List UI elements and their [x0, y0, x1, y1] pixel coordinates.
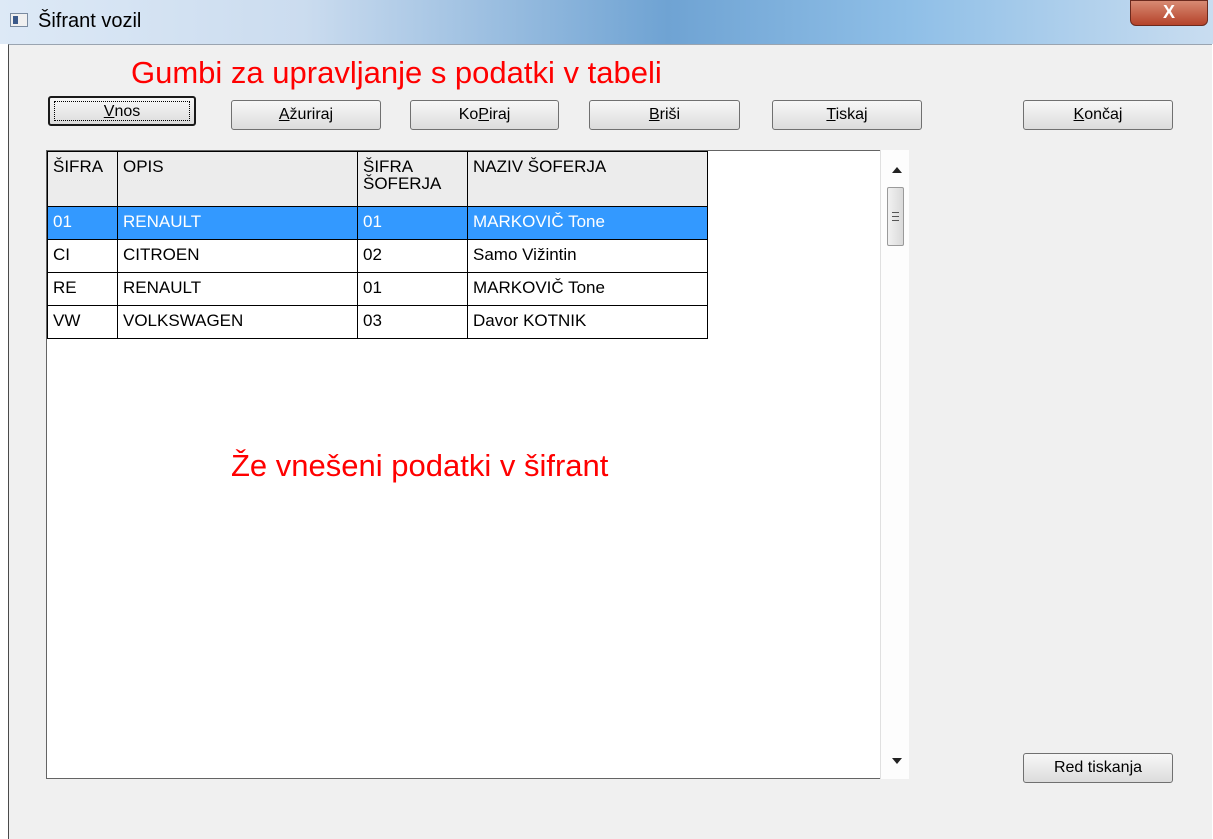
- grip-line: [892, 220, 899, 221]
- grip-line: [892, 212, 899, 213]
- column-header-sifra[interactable]: ŠIFRA: [47, 151, 118, 207]
- tiskaj-accel: T: [826, 106, 836, 123]
- column-header-naziv-soferja[interactable]: NAZIV ŠOFERJA: [467, 151, 708, 207]
- column-header-opis[interactable]: OPIS: [117, 151, 358, 207]
- table-cell[interactable]: 03: [357, 305, 468, 339]
- vehicle-table: ŠIFRA OPIS ŠIFRA ŠOFERJA NAZIV ŠOFERJA 01…: [47, 151, 708, 339]
- table-cell[interactable]: 02: [357, 239, 468, 273]
- table-cell[interactable]: MARKOVIČ Tone: [467, 272, 708, 306]
- brisi-button[interactable]: Briši: [589, 100, 740, 130]
- table-row-selected[interactable]: 01 RENAULT 01 MARKOVIČ Tone: [47, 206, 708, 240]
- table-cell[interactable]: RENAULT: [117, 272, 358, 306]
- azuriraj-button[interactable]: Ažuriraj: [231, 100, 381, 130]
- app-icon: [10, 13, 28, 27]
- table-cell[interactable]: 01: [47, 206, 118, 240]
- kopiraj-accel: P: [478, 106, 489, 123]
- table-header-row: ŠIFRA OPIS ŠIFRA ŠOFERJA NAZIV ŠOFERJA: [47, 151, 708, 207]
- vertical-scrollbar[interactable]: [880, 150, 909, 779]
- table-row[interactable]: VW VOLKSWAGEN 03 Davor KOTNIK: [47, 305, 708, 339]
- table-cell[interactable]: RENAULT: [117, 206, 358, 240]
- table-cell[interactable]: Davor KOTNIK: [467, 305, 708, 339]
- tiskaj-rest: iskaj: [835, 106, 868, 123]
- focus-rect: [54, 101, 190, 121]
- koncaj-accel: K: [1073, 106, 1085, 123]
- koncaj-button[interactable]: Končaj: [1023, 100, 1173, 130]
- scroll-up-arrow-icon[interactable]: [892, 167, 902, 173]
- koncaj-rest: ončaj: [1084, 106, 1123, 123]
- tiskaj-button[interactable]: Tiskaj: [772, 100, 922, 130]
- scroll-thumb[interactable]: [887, 187, 904, 246]
- red-tiskanja-button[interactable]: Red tiskanja: [1023, 753, 1173, 783]
- table-cell[interactable]: 01: [357, 272, 468, 306]
- table-cell[interactable]: VOLKSWAGEN: [117, 305, 358, 339]
- window-title: Šifrant vozil: [38, 10, 142, 32]
- azuriraj-rest: žuriraj: [289, 106, 334, 123]
- kopiraj-pre: Ko: [458, 106, 479, 123]
- scroll-down-arrow-icon[interactable]: [892, 758, 902, 764]
- table-cell[interactable]: 01: [357, 206, 468, 240]
- vnos-button[interactable]: Vnos: [48, 96, 196, 126]
- kopiraj-button[interactable]: KoPiraj: [410, 100, 559, 130]
- kopiraj-rest: iraj: [488, 106, 511, 123]
- table-cell[interactable]: Samo Vižintin: [467, 239, 708, 273]
- brisi-rest: riši: [659, 106, 681, 123]
- annotation-data: Že vnešeni podatki v šifrant: [231, 448, 609, 483]
- table-cell[interactable]: CITROEN: [117, 239, 358, 273]
- table-cell[interactable]: MARKOVIČ Tone: [467, 206, 708, 240]
- table-cell[interactable]: RE: [47, 272, 118, 306]
- grip-line: [892, 216, 899, 217]
- header-line-2: ŠOFERJA: [363, 174, 442, 193]
- table-row[interactable]: RE RENAULT 01 MARKOVIČ Tone: [47, 272, 708, 306]
- close-button[interactable]: X: [1130, 0, 1208, 26]
- azuriraj-accel: A: [278, 106, 290, 123]
- table-row[interactable]: CI CITROEN 02 Samo Vižintin: [47, 239, 708, 273]
- annotation-buttons: Gumbi za upravljanje s podatki v tabeli: [131, 55, 662, 90]
- table-cell[interactable]: CI: [47, 239, 118, 273]
- title-bar[interactable]: Šifrant vozil X: [0, 0, 1213, 44]
- column-header-sifra-soferja[interactable]: ŠIFRA ŠOFERJA: [357, 151, 468, 207]
- brisi-accel: B: [648, 106, 660, 123]
- table-cell[interactable]: VW: [47, 305, 118, 339]
